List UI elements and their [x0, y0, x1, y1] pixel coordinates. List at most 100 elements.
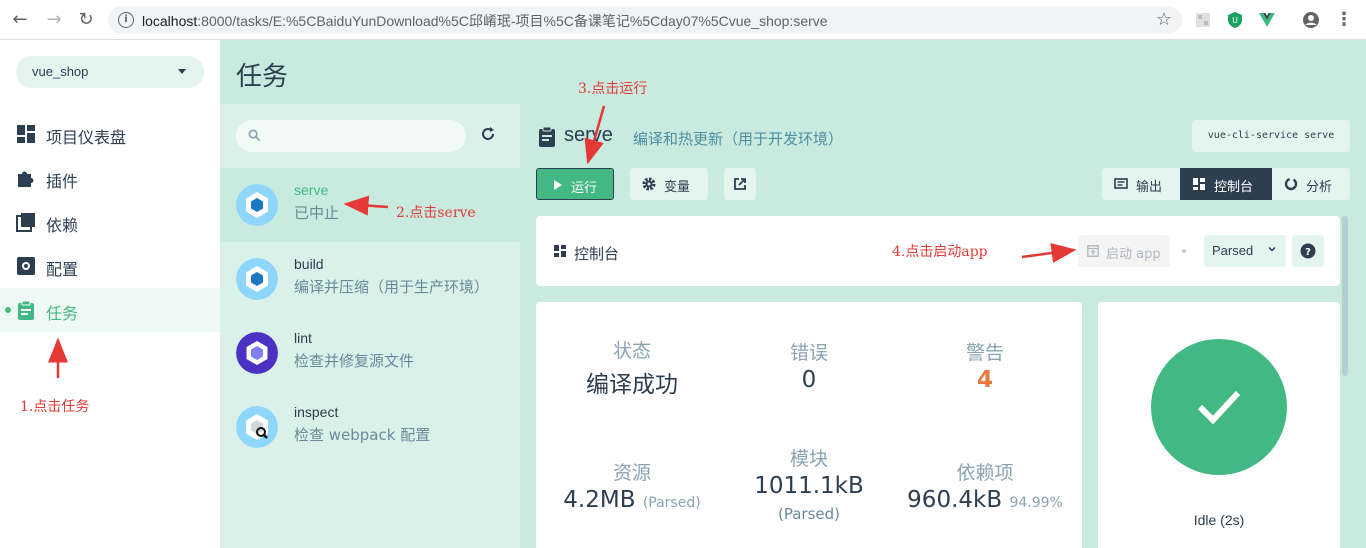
sidebar-item-config[interactable]: 配置 — [0, 244, 220, 288]
stat-warnings: 警告 4 — [894, 338, 1076, 393]
refresh-icon[interactable] — [480, 126, 496, 142]
stat-label: 模块 — [789, 448, 828, 470]
stat-label: 状态 — [612, 340, 651, 362]
tab-label: 输出 — [1136, 180, 1163, 195]
account-icon[interactable] — [1302, 11, 1320, 29]
url-text: localhost:8000/tasks/E:%5CBaiduYunDownlo… — [142, 13, 828, 29]
task-name: lint — [294, 330, 312, 346]
clipboard-icon — [539, 126, 555, 147]
task-item-build[interactable]: build 编译并压缩（用于生产环境） — [220, 242, 520, 316]
run-label: 运行 — [571, 181, 598, 196]
stat-value: 1011.1kB — [754, 473, 864, 499]
tab-console[interactable]: 控制台 — [1180, 168, 1272, 200]
stat-label: 资源 — [612, 462, 651, 484]
stat-value: 960.4kB — [907, 487, 1003, 513]
annotation-1: 1.点击任务 — [20, 399, 90, 415]
status-indicator — [1151, 339, 1287, 475]
sidebar-item-label: 依赖 — [46, 216, 79, 235]
stat-unit: (Parsed) — [642, 495, 701, 511]
browser-toolbar: ← → ↻ i localhost:8000/tasks/E:%5CBaiduY… — [0, 0, 1366, 40]
extension-grid-icon[interactable] — [1194, 11, 1212, 29]
clipboard-icon — [18, 300, 34, 320]
sidebar-item-label: 任务 — [46, 304, 79, 323]
sidebar-item-plugins[interactable]: 插件 — [0, 156, 220, 200]
help-button[interactable]: ? — [1292, 235, 1324, 267]
stat-value: 0 — [801, 367, 817, 393]
stat-value: 编译成功 — [586, 372, 678, 398]
search-icon — [248, 129, 261, 142]
stat-label: 依赖项 — [956, 462, 1014, 484]
info-icon[interactable]: i — [118, 12, 134, 28]
size-mode-value: Parsed — [1212, 243, 1254, 258]
project-selector[interactable]: vue_shop — [16, 56, 204, 88]
sidebar-item-dashboard[interactable]: 项目仪表盘 — [0, 112, 220, 156]
stat-unit: (Parsed) — [778, 505, 840, 523]
dashboard-icon — [554, 245, 566, 257]
command-text: vue-cli-service serve — [1207, 130, 1335, 141]
back-arrow-icon[interactable]: ← — [10, 10, 30, 30]
annotation-3: 3.点击运行 — [578, 81, 648, 97]
webpack-inspect-icon — [236, 406, 278, 448]
donut-chart-icon — [1284, 177, 1298, 191]
size-mode-select[interactable]: Parsed — [1204, 235, 1286, 267]
status-label: Idle (2s) — [1193, 512, 1245, 528]
stat-value: 4 — [976, 367, 993, 393]
scrollbar[interactable] — [1342, 216, 1348, 376]
start-app-label: 启动 app — [1106, 247, 1161, 262]
sidebar-item-label: 项目仪表盘 — [46, 128, 127, 147]
run-button[interactable]: 运行 — [536, 168, 614, 200]
annotation-2: 2.点击serve — [396, 205, 476, 221]
chevron-down-icon — [1268, 246, 1276, 252]
task-name: inspect — [294, 404, 339, 420]
stat-modules: 模块 1011.1kB (Parsed) — [718, 444, 900, 523]
check-icon — [1197, 390, 1241, 425]
tab-output[interactable]: 输出 — [1102, 168, 1180, 200]
address-bar[interactable]: i localhost:8000/tasks/E:%5CBaiduYunDown… — [108, 6, 1182, 34]
open-in-new-icon — [734, 178, 746, 190]
sidebar-item-tasks[interactable]: 任务 — [0, 288, 220, 332]
tab-label: 控制台 — [1214, 180, 1254, 195]
sidebar-item-dependencies[interactable]: 依赖 — [0, 200, 220, 244]
open-external-button[interactable] — [724, 168, 756, 200]
caret-down-icon — [178, 69, 186, 74]
separator-dot — [1182, 249, 1186, 253]
stat-label: 警告 — [965, 342, 1004, 364]
shield-extension-icon[interactable]: U — [1226, 11, 1244, 29]
eslint-icon — [236, 332, 278, 374]
task-desc: 检查 webpack 配置 — [294, 426, 431, 444]
gear-icon — [642, 177, 656, 191]
task-item-inspect[interactable]: inspect 检查 webpack 配置 — [220, 390, 520, 464]
menu-kebab-icon[interactable]: ⋮ — [1334, 10, 1354, 30]
stat-assets: 资源 4.2MB (Parsed) — [541, 458, 723, 513]
sidebar: vue_shop 项目仪表盘 插件 依赖 配置 任务 — [0, 40, 220, 548]
puzzle-icon — [18, 171, 34, 187]
play-icon — [554, 180, 562, 190]
stat-status: 状态 编译成功 — [541, 336, 723, 399]
forward-arrow-icon[interactable]: → — [44, 10, 64, 30]
start-app-button[interactable]: 启动 app — [1078, 235, 1170, 267]
stats-card: 状态 编译成功 错误 0 警告 4 资源 4.2MB (Parsed) 模块 1… — [536, 302, 1082, 548]
task-item-lint[interactable]: lint 检查并修复源文件 — [220, 316, 520, 390]
task-description: 编译和热更新（用于开发环境） — [633, 130, 844, 148]
tab-label: 分析 — [1306, 180, 1333, 195]
console-title: 控制台 — [574, 245, 620, 263]
webpack-icon — [236, 258, 278, 300]
tab-analysis[interactable]: 分析 — [1272, 168, 1350, 200]
message-icon — [1114, 178, 1128, 189]
dashboard-icon — [1193, 178, 1205, 190]
svg-text:?: ? — [1305, 247, 1311, 258]
page-header: 任务 — [220, 40, 1366, 104]
reload-icon[interactable]: ↻ — [76, 10, 96, 30]
bookmark-star-icon[interactable]: ☆ — [1156, 9, 1172, 30]
task-detail: serve 编译和热更新（用于开发环境） vue-cli-service ser… — [520, 104, 1366, 548]
task-name: build — [294, 256, 324, 272]
task-search-input[interactable] — [236, 120, 466, 152]
variables-button[interactable]: 变量 — [630, 168, 708, 200]
webpack-icon — [236, 184, 278, 226]
open-in-browser-icon — [1087, 245, 1099, 257]
vue-devtools-icon[interactable] — [1258, 11, 1276, 29]
status-card: Idle (2s) — [1098, 302, 1340, 548]
svg-text:U: U — [1232, 16, 1238, 25]
annotation-4: 4.点击启动app — [892, 244, 988, 260]
task-title: serve — [564, 124, 613, 146]
